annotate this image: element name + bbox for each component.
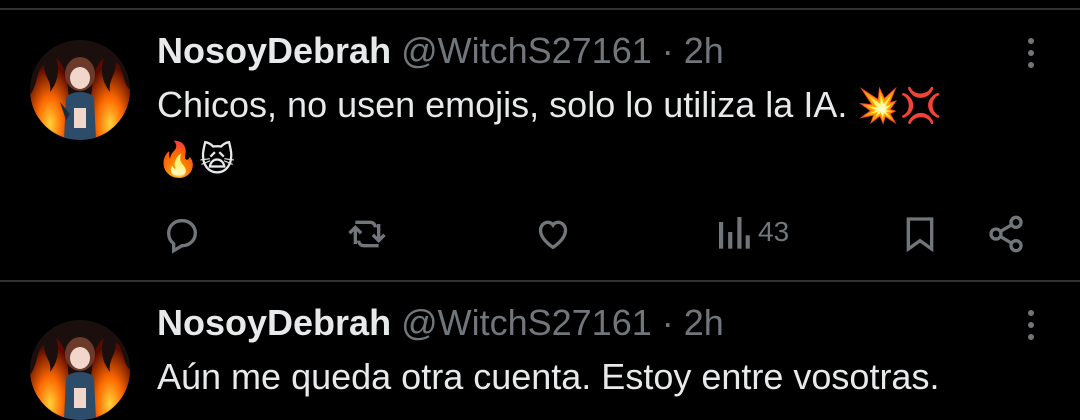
user-handle[interactable]: @WitchS27161	[401, 302, 652, 343]
tweet-header: NosoyDebrah @WitchS27161 · 2h	[157, 30, 724, 72]
tweet-actions: 43	[0, 210, 1080, 260]
tweet-time[interactable]: 2h	[684, 302, 724, 343]
header-separator: ·	[661, 30, 674, 71]
share-icon	[989, 215, 1023, 253]
retweet-button[interactable]	[345, 214, 389, 254]
more-vertical-icon[interactable]	[1016, 305, 1046, 345]
tweet-header: NosoyDebrah @WitchS27161 · 2h	[157, 302, 724, 344]
display-name[interactable]: NosoyDebrah	[157, 30, 391, 71]
tweet-text-continued: 🔥🙀	[157, 134, 1057, 185]
tweet-emojis: 💥💢	[857, 86, 943, 126]
tweet[interactable]: NosoyDebrah @WitchS27161 · 2h Chicos, no…	[0, 0, 1080, 280]
like-button[interactable]	[532, 214, 574, 254]
avatar-image	[30, 40, 130, 140]
avatar[interactable]	[30, 320, 130, 420]
heart-icon	[538, 220, 568, 250]
bookmark-icon	[906, 217, 934, 253]
tweet-emojis-line2: 🔥🙀	[157, 140, 235, 180]
more-vertical-icon[interactable]	[1016, 33, 1046, 73]
views-count: 43	[758, 216, 790, 247]
retweet-icon	[348, 220, 386, 248]
avatar[interactable]	[30, 40, 130, 140]
reply-icon	[166, 219, 198, 254]
tweet-text-line: Aún me queda otra cuenta. Estoy entre vo…	[157, 356, 940, 397]
avatar-image	[30, 320, 130, 420]
views-button[interactable]: 43	[716, 212, 789, 252]
tweet-text: Chicos, no usen emojis, solo lo utiliza …	[157, 80, 1057, 131]
tweet[interactable]: NosoyDebrah @WitchS27161 · 2h Aún me que…	[0, 282, 1080, 420]
header-separator: ·	[661, 302, 674, 343]
tweet-text-line: Chicos, no usen emojis, solo lo utiliza …	[157, 84, 848, 125]
display-name[interactable]: NosoyDebrah	[157, 302, 391, 343]
reply-button[interactable]	[162, 214, 202, 254]
bookmark-button[interactable]	[903, 214, 937, 254]
user-handle[interactable]: @WitchS27161	[401, 30, 652, 71]
tweet-text: Aún me queda otra cuenta. Estoy entre vo…	[157, 352, 1057, 402]
tweet-time[interactable]: 2h	[684, 30, 724, 71]
share-button[interactable]	[986, 214, 1026, 254]
views-icon	[719, 217, 750, 249]
